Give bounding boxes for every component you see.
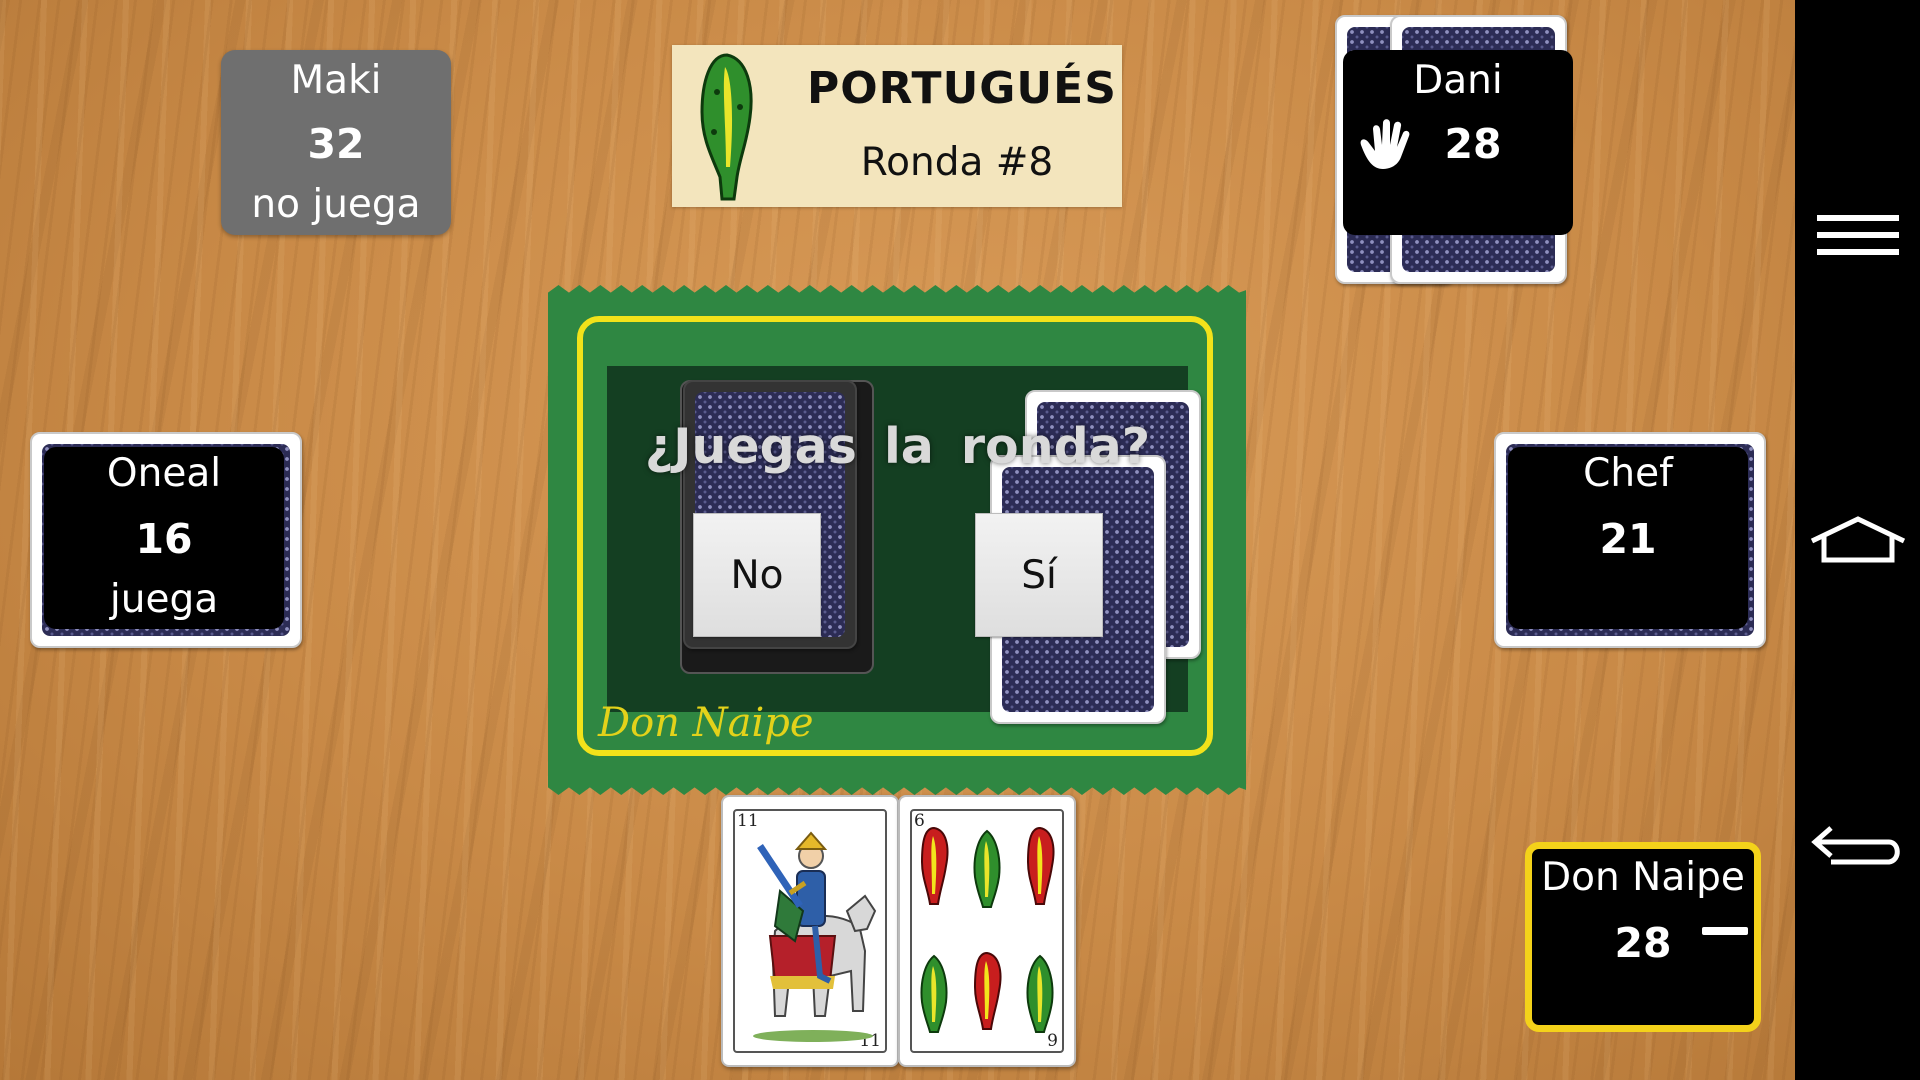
player-name: Dani bbox=[1413, 58, 1503, 103]
player-name: Don Naipe bbox=[1541, 855, 1745, 900]
dealer-marker-icon bbox=[1702, 927, 1748, 935]
no-button[interactable]: No bbox=[693, 513, 821, 637]
game-title-badge: PORTUGUÉS Ronda #8 bbox=[672, 45, 1122, 207]
player-name: Maki bbox=[290, 58, 382, 103]
player-panel-self: Don Naipe 28 bbox=[1525, 842, 1761, 1032]
back-button[interactable] bbox=[1795, 790, 1920, 900]
player-status: no juega bbox=[251, 182, 421, 227]
yes-button[interactable]: Sí bbox=[975, 513, 1103, 637]
mat-brand-logo: Don Naipe bbox=[598, 700, 814, 746]
navigation-bar bbox=[1795, 0, 1920, 1080]
card-corner-mark: 9 bbox=[1047, 1031, 1058, 1051]
knight-on-horse-illustration bbox=[753, 831, 877, 1042]
player-score: 21 bbox=[1599, 515, 1657, 563]
bastos-pips bbox=[920, 827, 1055, 1033]
bastos-suit-icon bbox=[700, 53, 753, 201]
hand-card-caballo-espadas[interactable]: 11 11 bbox=[721, 795, 899, 1067]
hand-icon bbox=[1360, 119, 1410, 169]
player-panel-chef: Chef 21 bbox=[1508, 447, 1748, 629]
round-label: Ronda #8 bbox=[860, 140, 1054, 185]
player-panel-oneal: Oneal 16 juega bbox=[44, 447, 284, 629]
player-score: 28 bbox=[1444, 120, 1502, 168]
player-panel-maki: Maki 32 no juega bbox=[221, 50, 451, 235]
player-score: 16 bbox=[135, 515, 193, 563]
player-status: juega bbox=[109, 577, 219, 622]
menu-icon bbox=[1816, 215, 1899, 255]
home-icon bbox=[1810, 516, 1905, 563]
menu-button[interactable] bbox=[1795, 180, 1920, 290]
player-name: Chef bbox=[1583, 451, 1673, 496]
player-score: 32 bbox=[307, 120, 365, 168]
player-name: Oneal bbox=[106, 451, 222, 496]
back-icon bbox=[1810, 826, 1900, 865]
player-panel-dani: Dani 28 bbox=[1343, 50, 1573, 235]
game-title: PORTUGUÉS bbox=[807, 63, 1117, 114]
hand-card-6-bastos[interactable]: 6 9 bbox=[898, 795, 1076, 1067]
play-round-question: ¿Juegas la ronda? bbox=[644, 418, 1151, 475]
home-button[interactable] bbox=[1795, 485, 1920, 595]
card-table: Maki 32 no juega PORTUGUÉS Ronda #8 Dani… bbox=[0, 0, 1795, 1080]
